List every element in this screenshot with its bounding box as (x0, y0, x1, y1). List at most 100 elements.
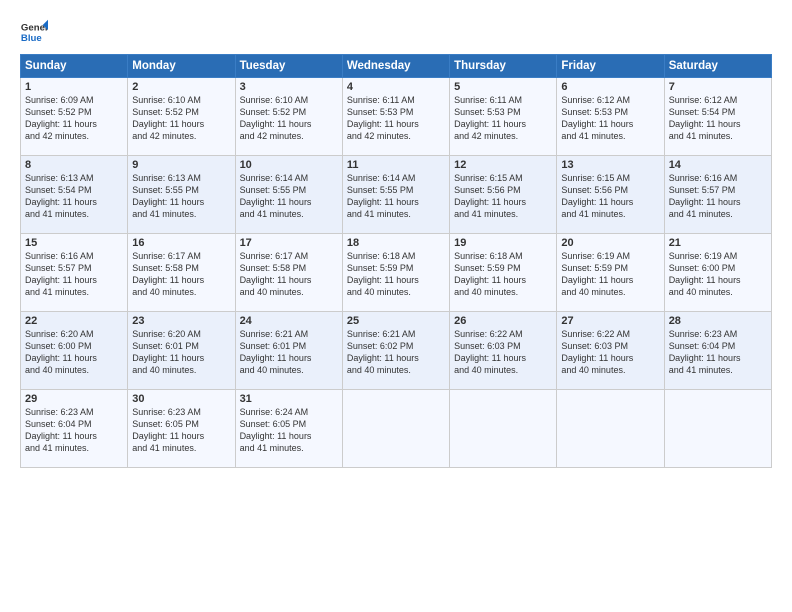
calendar-cell: 26Sunrise: 6:22 AM Sunset: 6:03 PM Dayli… (450, 312, 557, 390)
calendar-cell: 28Sunrise: 6:23 AM Sunset: 6:04 PM Dayli… (664, 312, 771, 390)
day-number: 30 (132, 393, 230, 405)
day-info: Sunrise: 6:11 AM Sunset: 5:53 PM Dayligh… (347, 94, 445, 143)
day-of-week-header: Thursday (450, 55, 557, 78)
svg-text:Blue: Blue (21, 33, 42, 44)
day-info: Sunrise: 6:14 AM Sunset: 5:55 PM Dayligh… (240, 172, 338, 221)
page: General Blue SundayMondayTuesdayWednesda… (0, 0, 792, 612)
day-number: 6 (561, 81, 659, 93)
day-info: Sunrise: 6:12 AM Sunset: 5:54 PM Dayligh… (669, 94, 767, 143)
day-number: 21 (669, 237, 767, 249)
calendar-cell: 27Sunrise: 6:22 AM Sunset: 6:03 PM Dayli… (557, 312, 664, 390)
day-info: Sunrise: 6:17 AM Sunset: 5:58 PM Dayligh… (132, 250, 230, 299)
calendar-header-row: SundayMondayTuesdayWednesdayThursdayFrid… (21, 55, 772, 78)
day-number: 20 (561, 237, 659, 249)
day-info: Sunrise: 6:18 AM Sunset: 5:59 PM Dayligh… (454, 250, 552, 299)
day-of-week-header: Saturday (664, 55, 771, 78)
calendar-cell: 23Sunrise: 6:20 AM Sunset: 6:01 PM Dayli… (128, 312, 235, 390)
day-number: 23 (132, 315, 230, 327)
day-info: Sunrise: 6:20 AM Sunset: 6:01 PM Dayligh… (132, 328, 230, 377)
calendar-cell: 19Sunrise: 6:18 AM Sunset: 5:59 PM Dayli… (450, 234, 557, 312)
calendar-cell: 4Sunrise: 6:11 AM Sunset: 5:53 PM Daylig… (342, 78, 449, 156)
day-info: Sunrise: 6:19 AM Sunset: 6:00 PM Dayligh… (669, 250, 767, 299)
day-number: 29 (25, 393, 123, 405)
calendar-cell (342, 390, 449, 468)
calendar-cell (450, 390, 557, 468)
day-info: Sunrise: 6:13 AM Sunset: 5:54 PM Dayligh… (25, 172, 123, 221)
calendar-cell: 20Sunrise: 6:19 AM Sunset: 5:59 PM Dayli… (557, 234, 664, 312)
calendar-cell: 18Sunrise: 6:18 AM Sunset: 5:59 PM Dayli… (342, 234, 449, 312)
day-number: 17 (240, 237, 338, 249)
day-info: Sunrise: 6:19 AM Sunset: 5:59 PM Dayligh… (561, 250, 659, 299)
day-number: 15 (25, 237, 123, 249)
calendar-cell: 21Sunrise: 6:19 AM Sunset: 6:00 PM Dayli… (664, 234, 771, 312)
day-number: 24 (240, 315, 338, 327)
calendar-cell: 22Sunrise: 6:20 AM Sunset: 6:00 PM Dayli… (21, 312, 128, 390)
day-number: 19 (454, 237, 552, 249)
day-info: Sunrise: 6:11 AM Sunset: 5:53 PM Dayligh… (454, 94, 552, 143)
day-number: 1 (25, 81, 123, 93)
day-info: Sunrise: 6:15 AM Sunset: 5:56 PM Dayligh… (561, 172, 659, 221)
calendar-cell: 12Sunrise: 6:15 AM Sunset: 5:56 PM Dayli… (450, 156, 557, 234)
day-info: Sunrise: 6:14 AM Sunset: 5:55 PM Dayligh… (347, 172, 445, 221)
calendar-cell: 16Sunrise: 6:17 AM Sunset: 5:58 PM Dayli… (128, 234, 235, 312)
day-info: Sunrise: 6:20 AM Sunset: 6:00 PM Dayligh… (25, 328, 123, 377)
day-number: 2 (132, 81, 230, 93)
day-number: 5 (454, 81, 552, 93)
calendar-cell: 1Sunrise: 6:09 AM Sunset: 5:52 PM Daylig… (21, 78, 128, 156)
calendar-cell: 31Sunrise: 6:24 AM Sunset: 6:05 PM Dayli… (235, 390, 342, 468)
calendar-week-row: 8Sunrise: 6:13 AM Sunset: 5:54 PM Daylig… (21, 156, 772, 234)
day-number: 31 (240, 393, 338, 405)
calendar-week-row: 15Sunrise: 6:16 AM Sunset: 5:57 PM Dayli… (21, 234, 772, 312)
day-info: Sunrise: 6:22 AM Sunset: 6:03 PM Dayligh… (561, 328, 659, 377)
calendar-week-row: 22Sunrise: 6:20 AM Sunset: 6:00 PM Dayli… (21, 312, 772, 390)
day-of-week-header: Wednesday (342, 55, 449, 78)
calendar-cell: 3Sunrise: 6:10 AM Sunset: 5:52 PM Daylig… (235, 78, 342, 156)
day-info: Sunrise: 6:24 AM Sunset: 6:05 PM Dayligh… (240, 406, 338, 455)
day-info: Sunrise: 6:10 AM Sunset: 5:52 PM Dayligh… (240, 94, 338, 143)
calendar-cell: 15Sunrise: 6:16 AM Sunset: 5:57 PM Dayli… (21, 234, 128, 312)
day-number: 22 (25, 315, 123, 327)
day-number: 14 (669, 159, 767, 171)
calendar-week-row: 29Sunrise: 6:23 AM Sunset: 6:04 PM Dayli… (21, 390, 772, 468)
calendar-cell: 7Sunrise: 6:12 AM Sunset: 5:54 PM Daylig… (664, 78, 771, 156)
day-info: Sunrise: 6:18 AM Sunset: 5:59 PM Dayligh… (347, 250, 445, 299)
day-number: 27 (561, 315, 659, 327)
day-of-week-header: Sunday (21, 55, 128, 78)
day-number: 10 (240, 159, 338, 171)
day-number: 9 (132, 159, 230, 171)
day-number: 8 (25, 159, 123, 171)
day-of-week-header: Friday (557, 55, 664, 78)
day-info: Sunrise: 6:22 AM Sunset: 6:03 PM Dayligh… (454, 328, 552, 377)
day-number: 18 (347, 237, 445, 249)
day-info: Sunrise: 6:15 AM Sunset: 5:56 PM Dayligh… (454, 172, 552, 221)
calendar-week-row: 1Sunrise: 6:09 AM Sunset: 5:52 PM Daylig… (21, 78, 772, 156)
calendar-cell: 13Sunrise: 6:15 AM Sunset: 5:56 PM Dayli… (557, 156, 664, 234)
header: General Blue (20, 18, 772, 46)
calendar-cell: 17Sunrise: 6:17 AM Sunset: 5:58 PM Dayli… (235, 234, 342, 312)
day-info: Sunrise: 6:13 AM Sunset: 5:55 PM Dayligh… (132, 172, 230, 221)
day-number: 26 (454, 315, 552, 327)
calendar-cell: 5Sunrise: 6:11 AM Sunset: 5:53 PM Daylig… (450, 78, 557, 156)
day-number: 12 (454, 159, 552, 171)
calendar-cell: 25Sunrise: 6:21 AM Sunset: 6:02 PM Dayli… (342, 312, 449, 390)
day-info: Sunrise: 6:23 AM Sunset: 6:04 PM Dayligh… (25, 406, 123, 455)
calendar-cell: 29Sunrise: 6:23 AM Sunset: 6:04 PM Dayli… (21, 390, 128, 468)
day-info: Sunrise: 6:23 AM Sunset: 6:04 PM Dayligh… (669, 328, 767, 377)
calendar-cell: 10Sunrise: 6:14 AM Sunset: 5:55 PM Dayli… (235, 156, 342, 234)
day-info: Sunrise: 6:10 AM Sunset: 5:52 PM Dayligh… (132, 94, 230, 143)
calendar-cell: 6Sunrise: 6:12 AM Sunset: 5:53 PM Daylig… (557, 78, 664, 156)
day-info: Sunrise: 6:21 AM Sunset: 6:01 PM Dayligh… (240, 328, 338, 377)
day-info: Sunrise: 6:12 AM Sunset: 5:53 PM Dayligh… (561, 94, 659, 143)
logo: General Blue (20, 18, 48, 46)
day-info: Sunrise: 6:16 AM Sunset: 5:57 PM Dayligh… (25, 250, 123, 299)
calendar-cell (664, 390, 771, 468)
day-info: Sunrise: 6:23 AM Sunset: 6:05 PM Dayligh… (132, 406, 230, 455)
calendar-cell (557, 390, 664, 468)
calendar-cell: 2Sunrise: 6:10 AM Sunset: 5:52 PM Daylig… (128, 78, 235, 156)
calendar-cell: 30Sunrise: 6:23 AM Sunset: 6:05 PM Dayli… (128, 390, 235, 468)
day-number: 25 (347, 315, 445, 327)
day-number: 11 (347, 159, 445, 171)
calendar-body: 1Sunrise: 6:09 AM Sunset: 5:52 PM Daylig… (21, 78, 772, 468)
day-of-week-header: Tuesday (235, 55, 342, 78)
calendar-cell: 8Sunrise: 6:13 AM Sunset: 5:54 PM Daylig… (21, 156, 128, 234)
